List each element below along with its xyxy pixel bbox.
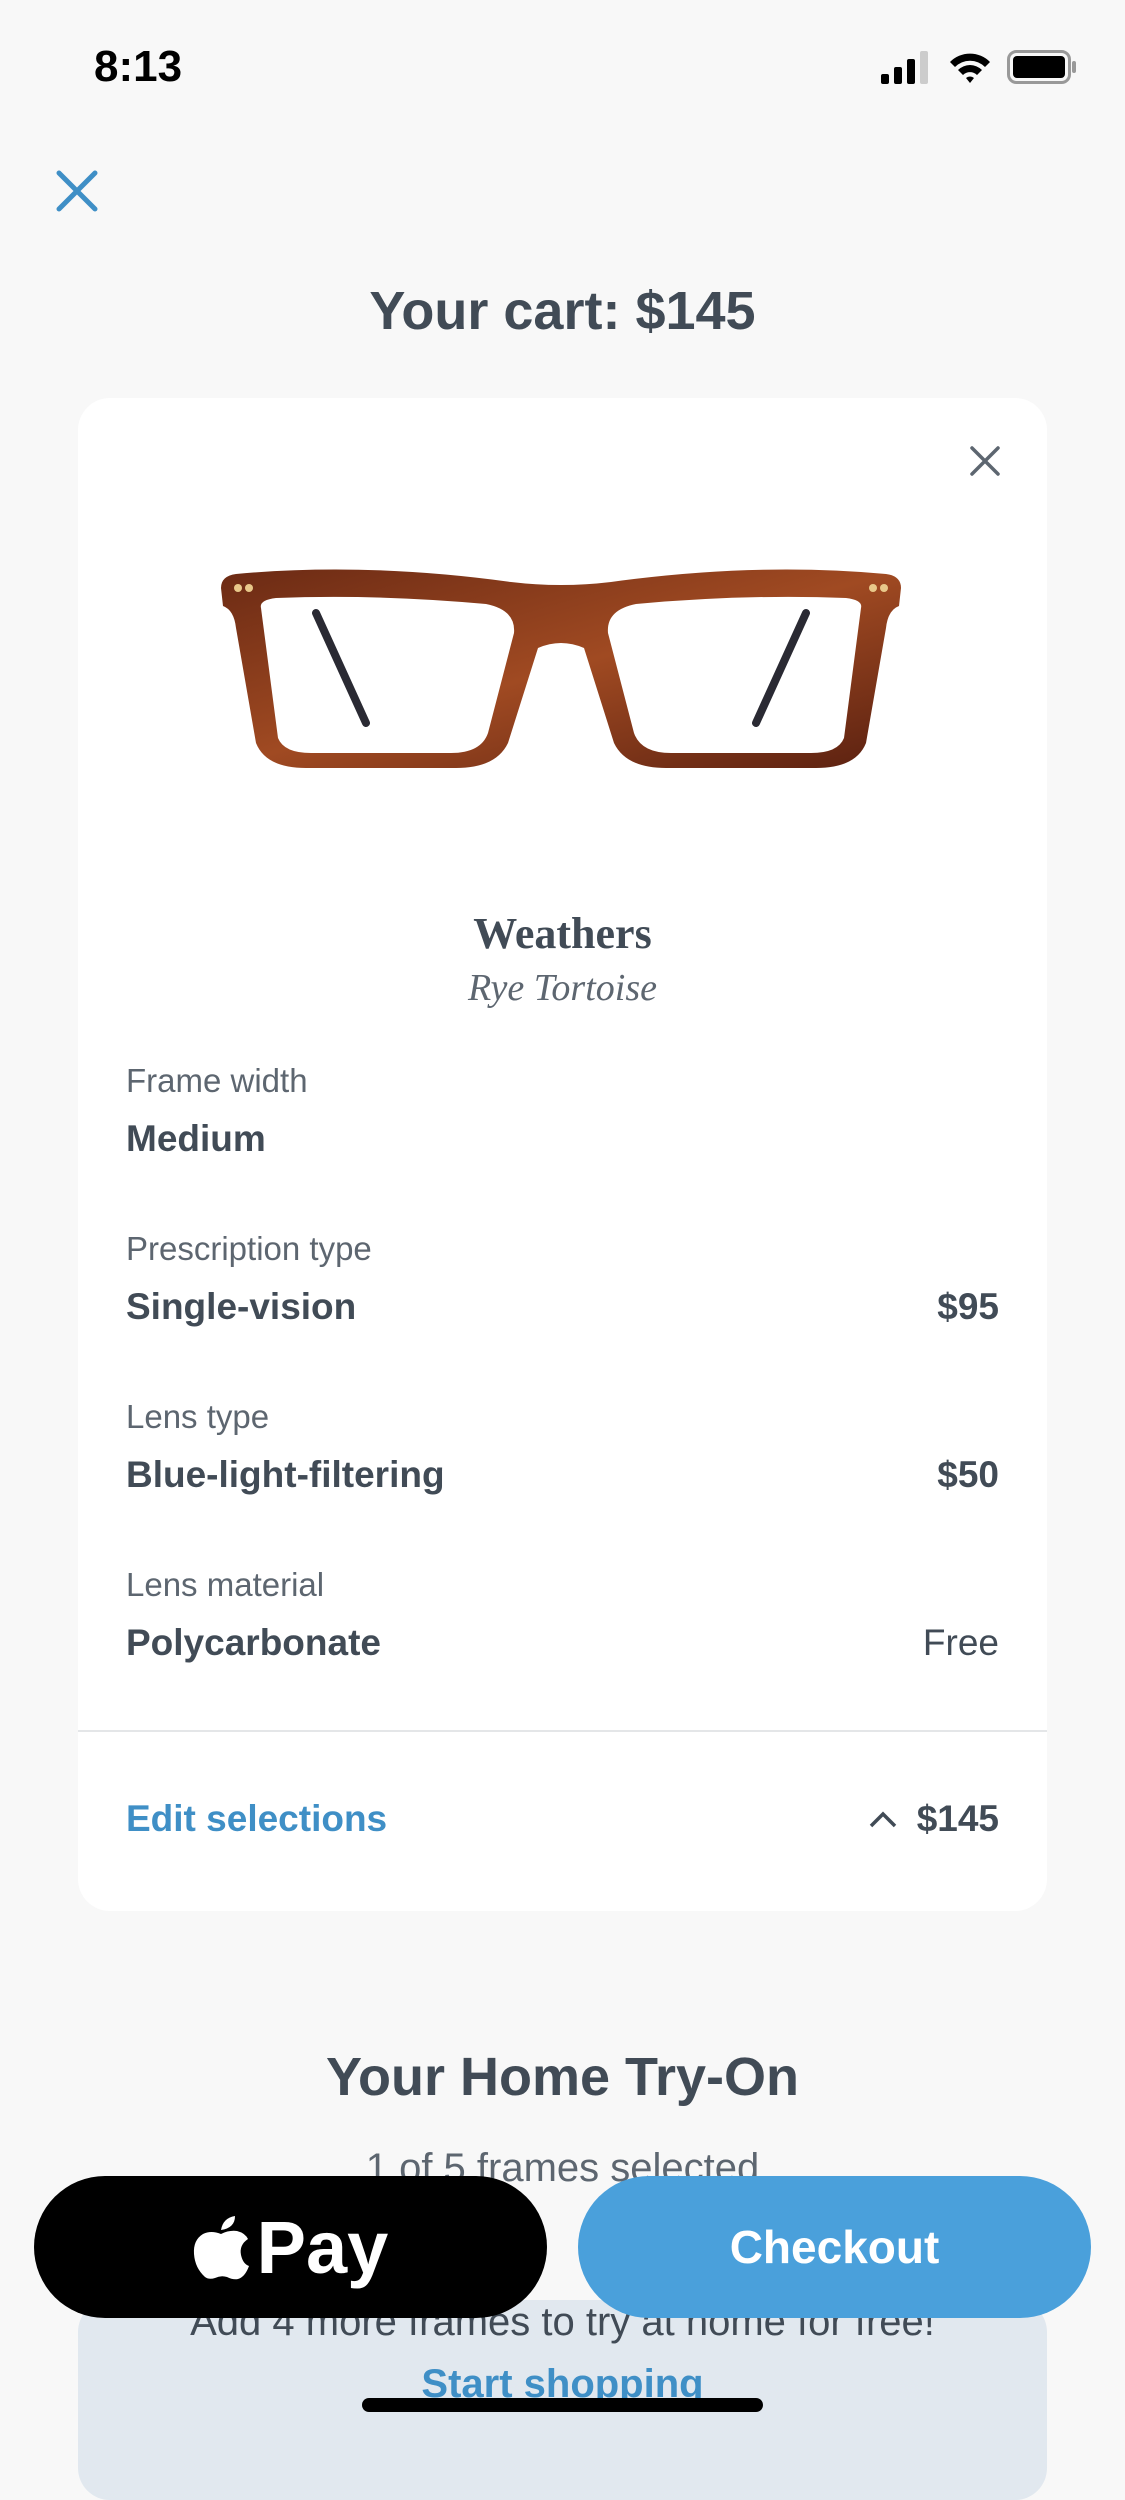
option-row: Lens material Polycarbonate Free	[126, 1566, 999, 1664]
option-row: Prescription type Single-vision $95	[126, 1230, 999, 1328]
apple-pay-label: Pay	[256, 2205, 389, 2289]
option-price: Free	[922, 1622, 999, 1663]
page-title: Your cart: $145	[369, 281, 756, 341]
divider	[78, 1730, 1047, 1732]
total-price: $145	[916, 1798, 999, 1839]
option-value: Medium	[126, 1118, 266, 1159]
product-color: Rye Tortoise	[468, 967, 657, 1009]
status-time: 8:13	[94, 42, 183, 91]
battery-icon	[1007, 50, 1076, 84]
option-value: Single-vision	[126, 1286, 357, 1327]
apple-logo-icon	[193, 2216, 249, 2280]
option-label: Prescription type	[126, 1230, 372, 1267]
wifi-icon	[950, 53, 990, 83]
option-value: Blue-light-filtering	[126, 1454, 445, 1495]
apple-pay-button[interactable]: Pay	[34, 2176, 547, 2318]
option-price: $95	[937, 1286, 999, 1327]
cart-item-card: Weathers Rye Tortoise Frame width Medium…	[78, 398, 1047, 1911]
close-icon[interactable]	[56, 170, 98, 212]
option-price: $50	[937, 1454, 999, 1495]
option-row: Lens type Blue-light-filtering $50	[126, 1398, 999, 1496]
home-try-on-title: Your Home Try-On	[325, 2047, 800, 2107]
option-label: Lens material	[126, 1566, 325, 1603]
option-label: Frame width	[126, 1062, 308, 1099]
option-value: Polycarbonate	[126, 1622, 381, 1663]
edit-selections-link[interactable]: Edit selections	[126, 1798, 387, 1840]
status-icons	[881, 50, 1077, 84]
option-label: Lens type	[126, 1398, 270, 1435]
signal-icon	[881, 51, 928, 84]
total-toggle[interactable]: $145	[869, 1798, 999, 1840]
product-name: Weathers	[473, 909, 652, 958]
home-indicator[interactable]	[362, 2398, 763, 2412]
remove-item-icon[interactable]	[970, 446, 1000, 476]
chevron-up-icon	[869, 1811, 896, 1828]
checkout-button[interactable]: Checkout	[578, 2176, 1091, 2318]
option-row: Frame width Medium	[126, 1062, 999, 1160]
glasses-image	[221, 569, 901, 768]
